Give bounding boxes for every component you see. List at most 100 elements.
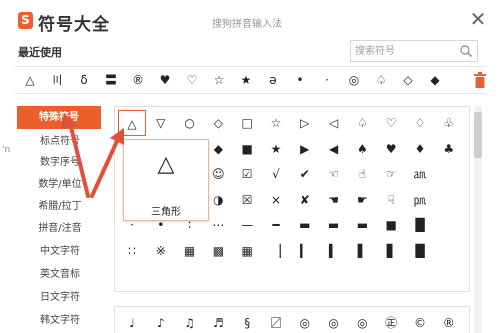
symbol-cell[interactable]: ® bbox=[435, 310, 463, 333]
symbol-cell[interactable]: 〼 bbox=[262, 310, 290, 333]
symbol-cell[interactable]: □ bbox=[233, 110, 261, 136]
symbol-cell[interactable]: ☜ bbox=[320, 161, 348, 187]
symbol-cell[interactable]: ▍ bbox=[320, 238, 348, 264]
symbol-cell[interactable]: △ bbox=[118, 110, 146, 136]
symbol-cell[interactable]: ✘ bbox=[291, 187, 319, 213]
close-icon[interactable]: ✕ bbox=[467, 8, 489, 30]
symbol-cell[interactable]: ▌ bbox=[348, 238, 376, 264]
recent-symbol[interactable]: ★ bbox=[234, 67, 258, 94]
symbol-cell[interactable]: ☑ bbox=[233, 161, 261, 187]
sidebar-item-greek-latin[interactable]: 希腊/拉丁 bbox=[20, 195, 100, 218]
symbol-cell[interactable]: ♦ bbox=[406, 136, 434, 162]
recent-symbol[interactable]: ☆ bbox=[207, 67, 231, 94]
symbol-cell[interactable]: ♧ bbox=[435, 110, 463, 136]
symbol-cell[interactable]: ∷ bbox=[118, 238, 146, 264]
symbol-cell[interactable]: █ bbox=[406, 212, 434, 238]
symbol-cell[interactable]: ☞ bbox=[377, 161, 405, 187]
symbol-cell[interactable]: ▕ bbox=[262, 238, 290, 264]
symbol-cell[interactable]: ♠ bbox=[348, 136, 376, 162]
grid-scrollbar-thumb[interactable] bbox=[474, 112, 482, 158]
symbol-cell[interactable]: ☒ bbox=[233, 187, 261, 213]
sidebar-item-pinyin-zhuyin[interactable]: 拼音/注音 bbox=[20, 217, 100, 240]
symbol-cell[interactable]: ■ bbox=[377, 212, 405, 238]
symbol-cell[interactable]: ◎ bbox=[291, 310, 319, 333]
symbol-cell[interactable]: ㏂ bbox=[406, 161, 434, 187]
symbol-cell[interactable]: × bbox=[262, 187, 290, 213]
recent-symbol[interactable]: · bbox=[315, 67, 339, 94]
sidebar-item-punctuation[interactable]: 标点符号 bbox=[20, 130, 100, 153]
symbol-cell[interactable]: ◁ bbox=[320, 110, 348, 136]
symbol-cell[interactable]: ㏘ bbox=[406, 187, 434, 213]
recent-symbol[interactable]: 〓 bbox=[99, 67, 123, 94]
trash-icon[interactable] bbox=[474, 72, 486, 88]
sidebar-item-special-symbols[interactable]: 特殊符号 bbox=[17, 106, 101, 129]
symbol-cell[interactable]: ━ bbox=[262, 212, 290, 238]
sidebar-item-japanese-chars[interactable]: 日文字符 bbox=[20, 286, 100, 309]
sidebar-item-chinese-chars[interactable]: 中文字符 bbox=[20, 240, 100, 263]
symbol-cell[interactable]: ♢ bbox=[406, 110, 434, 136]
symbol-cell[interactable]: ◎ bbox=[348, 310, 376, 333]
recent-symbol[interactable]: 〣 bbox=[45, 67, 69, 94]
recent-symbol[interactable]: ♡ bbox=[180, 67, 204, 94]
symbol-cell[interactable] bbox=[435, 187, 463, 213]
symbol-cell[interactable]: ○ bbox=[176, 110, 204, 136]
symbol-cell[interactable]: ㊣ bbox=[377, 310, 405, 333]
sidebar-item-korean-chars[interactable]: 韩文字符 bbox=[20, 309, 100, 332]
symbol-cell[interactable]: ※ bbox=[147, 238, 175, 264]
sidebar-item-numbers[interactable]: 数字序号 bbox=[20, 151, 100, 174]
symbol-cell[interactable]: ♡ bbox=[377, 110, 405, 136]
symbol-cell[interactable]: ◀ bbox=[320, 136, 348, 162]
recent-symbol[interactable]: ◆ bbox=[423, 67, 447, 94]
symbol-cell[interactable]: ▎ bbox=[291, 238, 319, 264]
symbol-cell[interactable]: ▬ bbox=[291, 212, 319, 238]
symbol-cell[interactable]: ♥ bbox=[377, 136, 405, 162]
symbol-cell[interactable]: ♣ bbox=[435, 136, 463, 162]
symbol-cell[interactable]: § bbox=[233, 310, 261, 333]
symbol-cell[interactable]: ■ bbox=[233, 136, 261, 162]
symbol-cell[interactable]: ♬ bbox=[204, 310, 232, 333]
symbol-cell[interactable]: ☝ bbox=[348, 161, 376, 187]
symbol-cell[interactable]: ☆ bbox=[262, 110, 290, 136]
symbol-cell[interactable] bbox=[435, 161, 463, 187]
sidebar-item-math-units[interactable]: 数学/单位 bbox=[20, 173, 100, 196]
symbol-cell[interactable]: ★ bbox=[262, 136, 290, 162]
symbol-cell[interactable]: ♩ bbox=[118, 310, 146, 333]
symbol-cell[interactable]: ▦ bbox=[176, 238, 204, 264]
symbol-cell[interactable]: © bbox=[406, 310, 434, 333]
symbol-cell[interactable]: — bbox=[233, 212, 261, 238]
symbol-search-box[interactable] bbox=[350, 40, 478, 62]
symbol-cell[interactable]: ☛ bbox=[348, 187, 376, 213]
recent-symbol[interactable]: ♤ bbox=[369, 67, 393, 94]
recent-symbol[interactable]: ◎ bbox=[342, 67, 366, 94]
symbol-cell[interactable]: ▷ bbox=[291, 110, 319, 136]
search-icon[interactable] bbox=[459, 44, 473, 58]
recent-symbol[interactable]: ♥ bbox=[153, 67, 177, 94]
symbol-cell[interactable]: ◇ bbox=[204, 110, 232, 136]
symbol-cell[interactable]: ▶ bbox=[291, 136, 319, 162]
symbol-cell[interactable]: ▩ bbox=[204, 238, 232, 264]
recent-symbol[interactable]: • bbox=[288, 67, 312, 94]
symbol-cell[interactable]: ✔ bbox=[291, 161, 319, 187]
symbol-cell[interactable]: ▬ bbox=[320, 212, 348, 238]
symbol-cell[interactable]: ◎ bbox=[320, 310, 348, 333]
recent-symbol[interactable]: ® bbox=[126, 67, 150, 94]
recent-symbol[interactable]: ◇ bbox=[396, 67, 420, 94]
symbol-search-input[interactable] bbox=[355, 43, 451, 59]
symbol-cell[interactable]: ▋ bbox=[377, 238, 405, 264]
symbol-cell[interactable]: ☚ bbox=[320, 187, 348, 213]
symbol-cell[interactable] bbox=[435, 238, 463, 264]
symbol-cell[interactable]: ♪ bbox=[147, 310, 175, 333]
symbol-cell[interactable]: ▬ bbox=[348, 212, 376, 238]
symbol-cell[interactable]: ☟ bbox=[377, 187, 405, 213]
recent-symbol[interactable]: △ bbox=[18, 67, 42, 94]
sidebar-item-english-phonetics[interactable]: 英文音标 bbox=[20, 263, 100, 286]
recent-symbol[interactable]: ə bbox=[261, 67, 285, 94]
symbol-cell[interactable]: ▦ bbox=[233, 238, 261, 264]
symbol-cell[interactable]: √ bbox=[262, 161, 290, 187]
symbol-cell[interactable] bbox=[435, 212, 463, 238]
symbol-cell[interactable]: █ bbox=[406, 238, 434, 264]
recent-symbol[interactable]: δ bbox=[72, 67, 96, 94]
symbol-cell[interactable]: ▽ bbox=[147, 110, 175, 136]
symbol-cell[interactable]: ♫ bbox=[176, 310, 204, 333]
symbol-cell[interactable]: ♤ bbox=[348, 110, 376, 136]
